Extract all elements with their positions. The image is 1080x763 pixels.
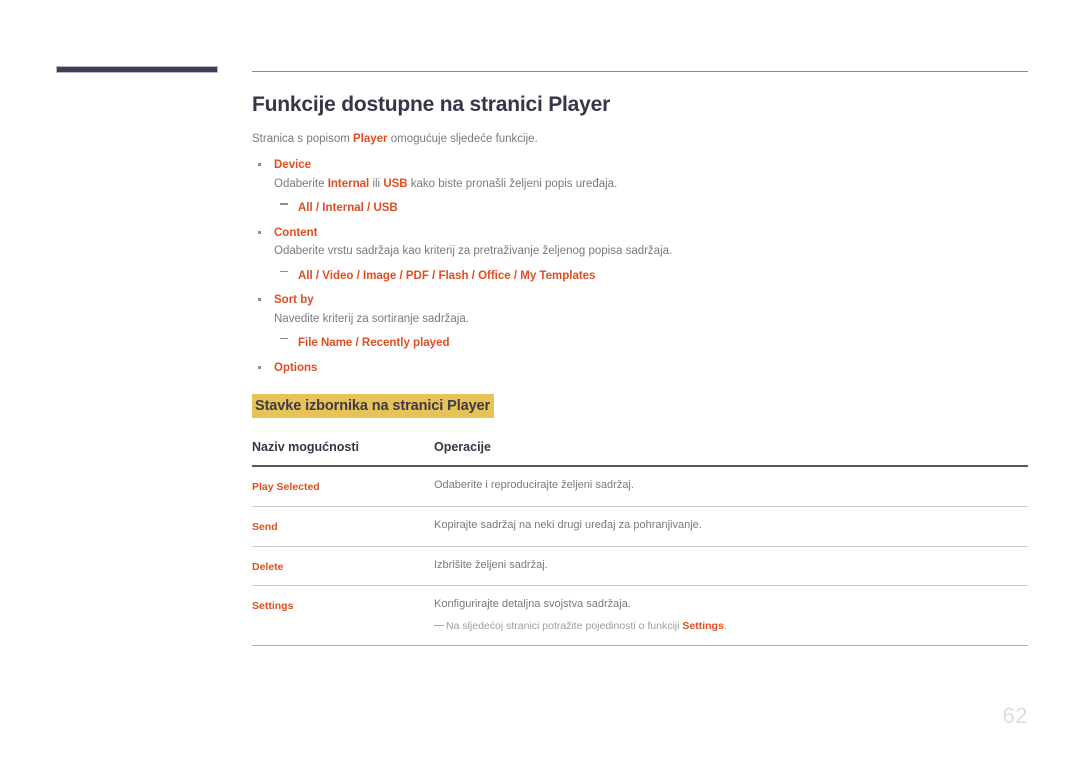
feature-item: Sort by Navedite kriterij za sortiranje s… — [252, 291, 1028, 354]
table-row: Delete Izbrišite željeni sadržaj. — [252, 546, 1028, 587]
feature-option: PDF — [405, 269, 429, 282]
note-dash-icon — [434, 624, 444, 627]
note-text-before: Na sljedećoj stranici potražite pojedino… — [446, 620, 683, 633]
feature-item: Content Odaberite vrstu sadržaja kao krit… — [252, 224, 1028, 287]
feature-option: Office — [478, 269, 511, 282]
feature-option-list: File Name / Recently played — [274, 329, 1028, 355]
table-body: Play Selected Odaberite i reproducirajte … — [252, 466, 1028, 647]
table-cell-operation: Kopirajte sadržaj na neki drugi uređaj z… — [434, 506, 1028, 547]
feature-desc-accent: USB — [383, 177, 408, 190]
page-content: Funkcije dostupne na stranici Player Str… — [252, 92, 1028, 647]
table-cell-operation: Konfigurirajte detaljna svojstva sadržaj… — [434, 585, 1028, 647]
menu-item-operation: Konfigurirajte detaljna svojstva sadržaj… — [434, 598, 631, 611]
table-cell-operation: Odaberite i reproducirajte željeni sadrž… — [434, 466, 1028, 507]
option-separator: / — [312, 269, 323, 282]
feature-option: My Templates — [520, 269, 596, 282]
option-separator: / — [396, 269, 406, 282]
feature-name: Device — [274, 159, 312, 172]
feature-item: Device Odaberite Internal ili USB kako bi… — [252, 156, 1028, 219]
feature-option: Video — [322, 269, 354, 282]
menu-item-name: Delete — [252, 560, 284, 573]
feature-desc-text: ili — [369, 177, 384, 190]
header-divider — [252, 71, 1028, 72]
page-number: 62 — [1002, 703, 1028, 728]
feature-option: Internal — [322, 202, 364, 215]
menu-item-operation: Odaberite i reproducirajte željeni sadrž… — [434, 479, 634, 492]
menu-items-table: Naziv mogućnosti Operacije Play Selected… — [252, 440, 1028, 647]
table-cell-name: Play Selected — [252, 466, 434, 507]
intro-paragraph: Stranica s popisom Player omogućuje slje… — [252, 131, 1028, 148]
table-row: Settings Konfigurirajte detaljna svojstva… — [252, 585, 1028, 647]
operation-note: Na sljedećoj stranici potražite pojedino… — [434, 619, 1028, 635]
table-cell-operation: Izbrišite željeni sadržaj. — [434, 546, 1028, 587]
note-text-after: . — [723, 620, 727, 633]
option-separator: / — [363, 202, 374, 215]
option-separator: / — [312, 202, 323, 215]
feature-name: Content — [274, 226, 318, 239]
option-separator: / — [468, 269, 479, 282]
table-row: Play Selected Odaberite i reproducirajte … — [252, 466, 1028, 507]
feature-desc-text: Odaberite vrstu sadržaja kao kriterij za… — [274, 245, 673, 258]
feature-name: Options — [274, 361, 318, 374]
menu-item-operation: Izbrišite željeni sadržaj. — [434, 558, 548, 571]
highlighted-section-heading: Stavke izbornika na stranici Player — [252, 393, 495, 419]
menu-item-name: Settings — [252, 600, 294, 613]
feature-option: All — [298, 202, 313, 215]
intro-text-after: omogućuje sljedeće funkcije. — [387, 133, 538, 146]
note-accent-term: Settings — [682, 620, 724, 633]
page-title: Funkcije dostupne na stranici Player — [252, 93, 611, 116]
decorative-navy-bar — [56, 66, 218, 73]
feature-description: Odaberite vrstu sadržaja kao kriterij za… — [274, 242, 1028, 260]
section-heading-wrap: Stavke izbornika na stranici Player — [252, 393, 1028, 419]
feature-option: All — [298, 269, 313, 282]
feature-option-row: File Name / Recently played — [274, 329, 1028, 355]
table-cell-name: Delete — [252, 546, 434, 587]
option-separator: / — [510, 269, 521, 282]
feature-desc-text: Navedite kriterij za sortiranje sadržaja… — [274, 312, 469, 325]
table-cell-name: Send — [252, 506, 434, 547]
table-cell-name: Settings — [252, 585, 434, 647]
option-separator: / — [353, 269, 363, 282]
option-separator: / — [428, 269, 439, 282]
menu-item-name: Play Selected — [252, 481, 320, 494]
feature-list: Device Odaberite Internal ili USB kako bi… — [252, 156, 1028, 377]
menu-item-operation: Kopirajte sadržaj na neki drugi uređaj z… — [434, 518, 702, 531]
feature-option: File Name — [298, 336, 353, 349]
feature-option: Image — [363, 269, 397, 282]
intro-text-before: Stranica s popisom — [252, 133, 353, 146]
table-row: Send Kopirajte sadržaj na neki drugi uređ… — [252, 506, 1028, 547]
feature-desc-accent: Internal — [327, 177, 370, 190]
feature-item: Options — [252, 359, 1028, 377]
feature-option: Flash — [438, 269, 469, 282]
menu-item-name: Send — [252, 520, 278, 533]
feature-option: USB — [373, 202, 398, 215]
feature-option-list: All / Video / Image / PDF / Flash / Offi… — [274, 262, 1028, 288]
feature-option-row: All / Internal / USB — [274, 194, 1028, 220]
feature-name: Sort by — [274, 294, 314, 307]
feature-option-row: All / Video / Image / PDF / Flash / Offi… — [274, 262, 1028, 288]
feature-description: Navedite kriterij za sortiranje sadržaja… — [274, 310, 1028, 328]
table-header-operation: Operacije — [434, 440, 1028, 468]
feature-description: Odaberite Internal ili USB kako biste pr… — [274, 175, 1028, 193]
feature-option-list: All / Internal / USB — [274, 194, 1028, 220]
feature-desc-text: Odaberite — [274, 177, 328, 190]
table-header-name: Naziv mogućnosti — [252, 440, 434, 468]
option-separator: / — [352, 336, 362, 349]
table-header-row: Naziv mogućnosti Operacije — [252, 440, 1028, 468]
feature-option: Recently played — [361, 336, 450, 349]
feature-desc-text: kako biste pronašli željeni popis uređaj… — [407, 177, 618, 190]
intro-accent-term: Player — [353, 133, 388, 146]
